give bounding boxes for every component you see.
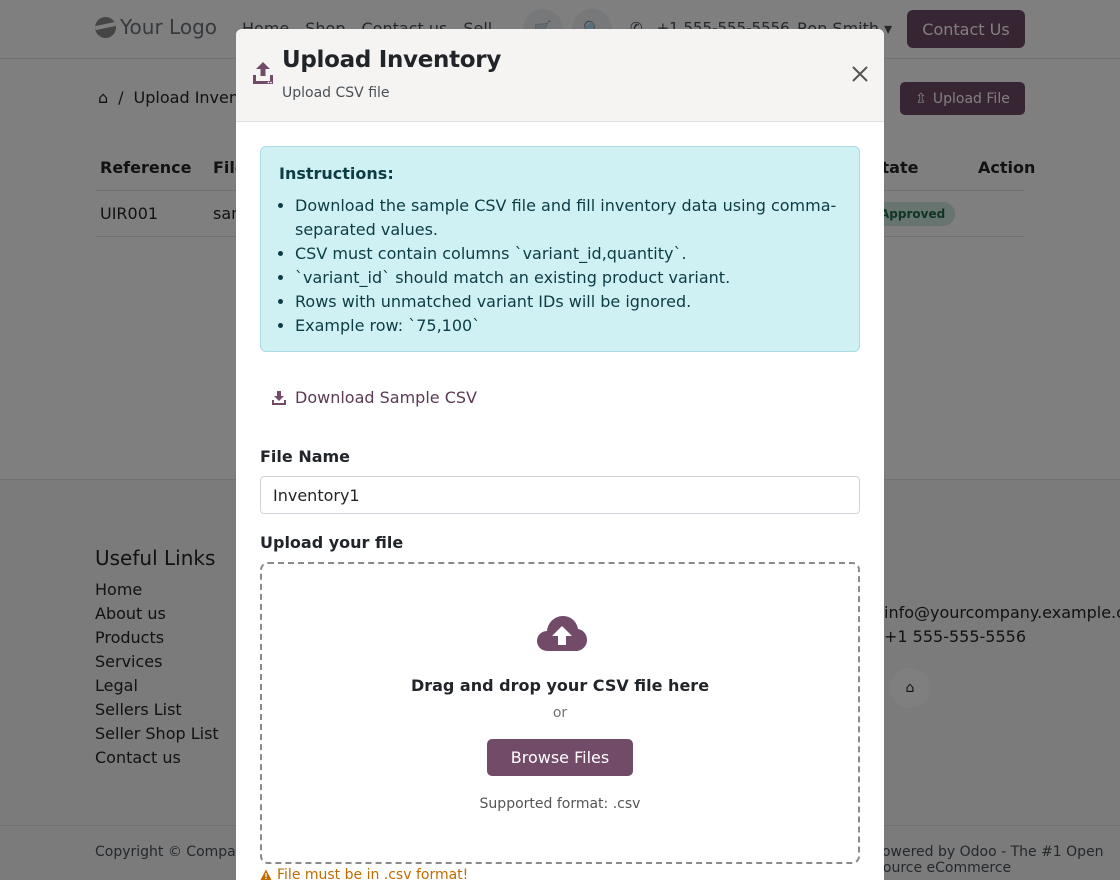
close-icon[interactable]: [850, 64, 870, 84]
instructions-box: Instructions: Download the sample CSV fi…: [260, 146, 860, 352]
browse-files-button[interactable]: Browse Files: [487, 739, 633, 776]
instruction-item: `variant_id` should match an existing pr…: [295, 266, 841, 290]
download-icon: [272, 390, 286, 405]
file-name-label: File Name: [260, 447, 351, 466]
warning-icon: [260, 869, 272, 880]
upload-icon: [253, 62, 273, 84]
instruction-item: Example row: `75,100`: [295, 314, 841, 338]
file-format-error: File must be in .csv format!: [260, 867, 468, 880]
dropzone-or: or: [552, 705, 568, 721]
upload-file-label: Upload your file: [260, 533, 404, 552]
error-text: File must be in .csv format!: [277, 867, 469, 880]
dropzone-title: Drag and drop your CSV file here: [410, 676, 710, 695]
supported-format: Supported format: .csv: [479, 796, 641, 812]
file-name-input[interactable]: [260, 476, 860, 514]
instruction-item: Rows with unmatched variant IDs will be …: [295, 290, 841, 314]
download-sample-link[interactable]: Download Sample CSV: [272, 388, 477, 407]
modal-title: Upload Inventory: [282, 47, 502, 73]
instructions-title: Instructions:: [279, 164, 394, 183]
modal-header: Upload Inventory Upload CSV file: [236, 29, 884, 122]
file-dropzone[interactable]: Drag and drop your CSV file here or Brow…: [260, 562, 860, 864]
instruction-item: CSV must contain columns `variant_id,qua…: [295, 242, 841, 266]
upload-inventory-modal: Upload Inventory Upload CSV file Instruc…: [236, 29, 884, 880]
instructions-list: Download the sample CSV file and fill in…: [279, 194, 841, 338]
download-sample-label: Download Sample CSV: [295, 388, 477, 407]
instruction-item: Download the sample CSV file and fill in…: [295, 194, 841, 242]
cloud-upload-icon: [537, 616, 587, 651]
modal-subtitle: Upload CSV file: [282, 85, 390, 101]
